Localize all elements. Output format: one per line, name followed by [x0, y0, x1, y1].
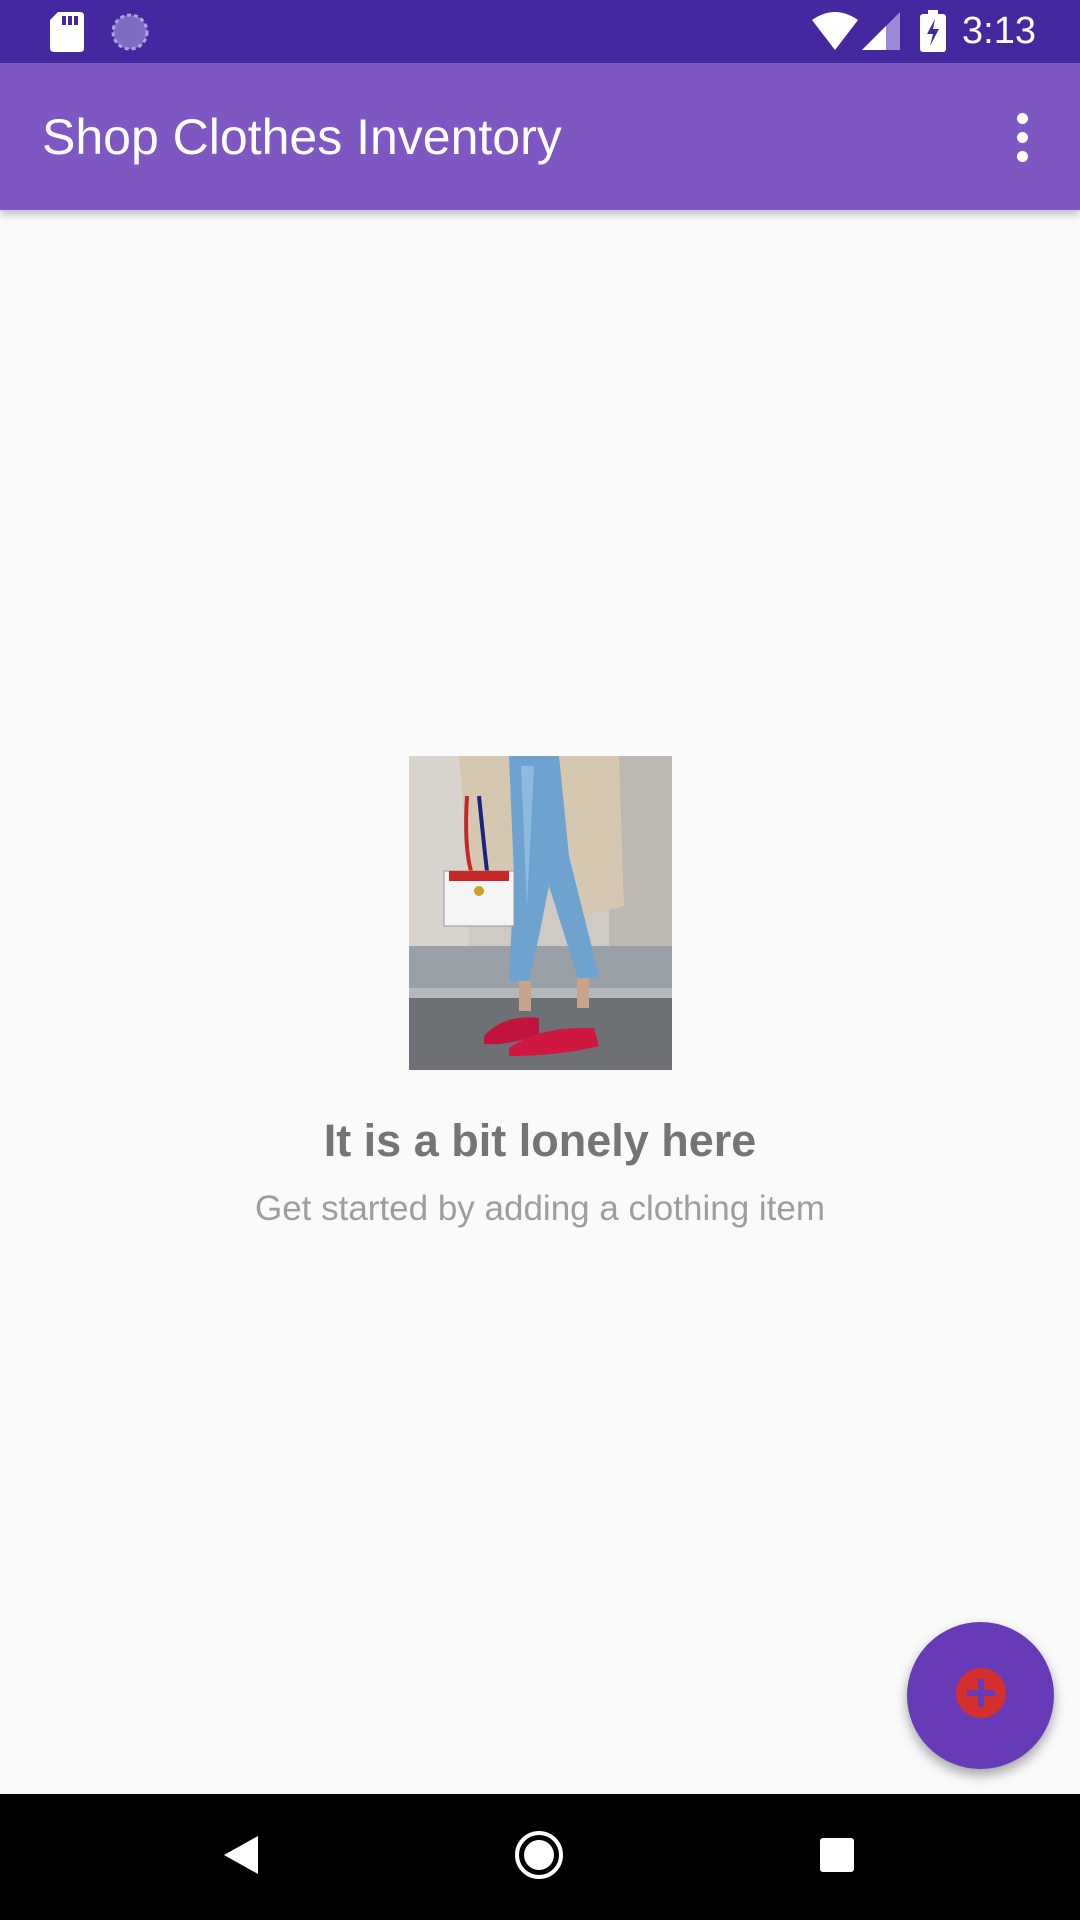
- more-vert-icon: [1016, 109, 1028, 166]
- sd-card-icon: [50, 12, 84, 57]
- empty-state-title: It is a bit lonely here: [323, 1115, 757, 1166]
- app-title: Shop Clothes Inventory: [42, 109, 562, 165]
- wifi-icon: [812, 12, 858, 57]
- recents-icon: [820, 1837, 854, 1877]
- nav-recents-button[interactable]: [804, 1824, 870, 1890]
- add-item-fab[interactable]: [907, 1622, 1054, 1769]
- status-bar: 3:13: [0, 0, 1080, 63]
- overflow-menu-button[interactable]: [990, 105, 1054, 169]
- nav-back-button[interactable]: [208, 1824, 274, 1890]
- navigation-bar: [0, 1794, 1080, 1920]
- signal-icon: [862, 12, 900, 57]
- back-icon: [224, 1835, 258, 1879]
- home-icon: [514, 1830, 564, 1885]
- sync-icon: [110, 12, 150, 57]
- add-circle-icon: [955, 1667, 1007, 1724]
- screen: 3:13 Shop Clothes Inventory It is a bit …: [0, 0, 1080, 1920]
- empty-state-subtitle: Get started by adding a clothing item: [254, 1189, 826, 1228]
- app-bar: Shop Clothes Inventory: [0, 63, 1080, 210]
- empty-state: It is a bit lonely here Get started by a…: [0, 756, 1080, 1230]
- nav-home-button[interactable]: [506, 1824, 572, 1890]
- battery-charging-icon: [920, 10, 946, 57]
- fashion-photo: [408, 756, 672, 1070]
- status-time: 3:13: [962, 10, 1036, 52]
